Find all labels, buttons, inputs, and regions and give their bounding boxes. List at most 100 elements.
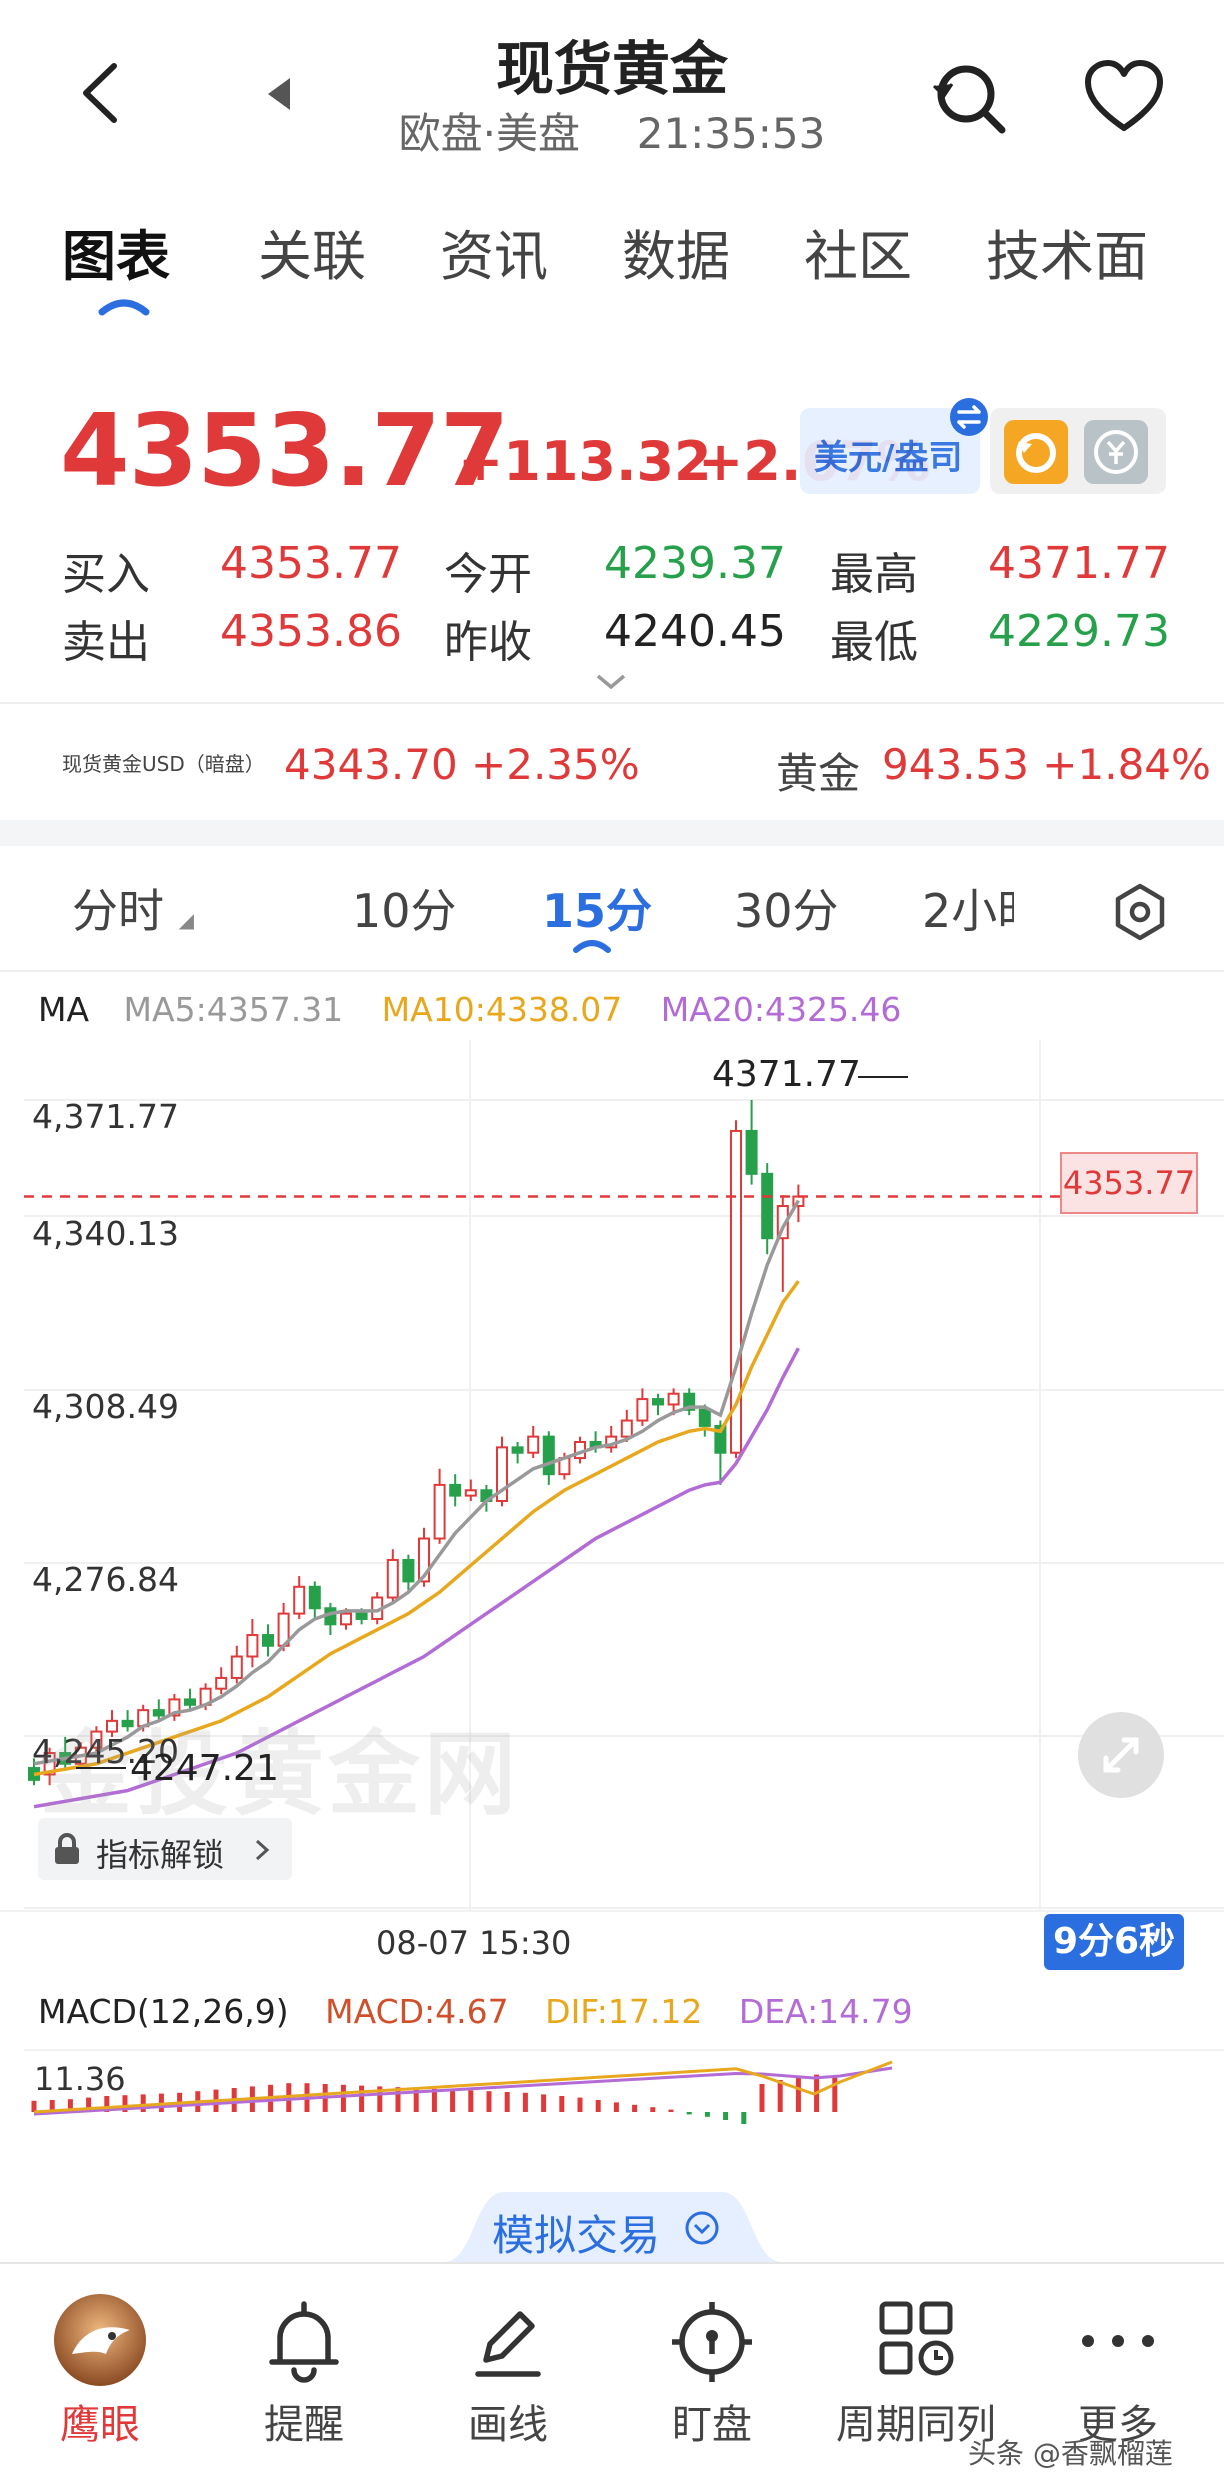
ma20-value: MA20:4325.46 — [660, 990, 902, 1029]
related-item-1-name: 现货黄金USD（暗盘） — [62, 752, 265, 776]
nav-alert[interactable] — [204, 2290, 404, 2386]
tab-active-indicator — [98, 296, 150, 320]
candle-body — [698, 1408, 711, 1427]
period-30min[interactable]: 30分 — [734, 875, 839, 941]
divider — [0, 970, 1224, 972]
candle-body — [761, 1172, 774, 1240]
macd-bar — [595, 2100, 601, 2112]
nav-watch[interactable] — [612, 2290, 812, 2386]
candle-body — [527, 1435, 540, 1454]
candle-body — [293, 1585, 306, 1615]
macd-bar — [723, 2112, 729, 2120]
candle-body — [355, 1612, 368, 1620]
macd-bar — [541, 2094, 547, 2112]
macd-bar — [668, 2109, 674, 2112]
candle-body — [667, 1392, 680, 1406]
period-10min[interactable]: 10分 — [352, 875, 457, 941]
macd-bar — [795, 2076, 801, 2112]
macd-bar — [468, 2090, 474, 2112]
current-price: 4353.77 — [60, 392, 509, 509]
macd-bar — [31, 2100, 37, 2112]
swap-icon — [950, 398, 988, 436]
nav-eagle-eye-label: 鹰眼 — [60, 2402, 140, 2448]
related-item-1[interactable]: 现货黄金USD（暗盘） 4343.70 +2.35% — [0, 730, 740, 800]
macd-value: MACD:4.67 — [325, 1992, 509, 2031]
chevron-down-icon — [596, 674, 626, 690]
divider — [0, 702, 1224, 704]
high-price-marker — [858, 1076, 908, 1078]
divider — [0, 1910, 1224, 1912]
macd-bar — [522, 2092, 528, 2112]
nav-watch-label: 盯盘 — [672, 2402, 752, 2448]
tab-related[interactable]: 关联 — [258, 212, 366, 291]
low-price-marker — [76, 1767, 126, 1769]
macd-bar — [777, 2080, 783, 2112]
buy-value: 4353.77 — [220, 538, 402, 589]
unit-toggle-label: 美元/盎司 — [814, 438, 963, 478]
nav-draw-line[interactable] — [408, 2290, 608, 2386]
nav-eagle-eye[interactable] — [0, 2290, 200, 2388]
open-value: 4239.37 — [604, 538, 786, 589]
macd-label: MACD(12,26,9) — [38, 1992, 289, 2031]
countdown-badge: 9分6秒 — [1044, 1914, 1184, 1970]
tab-technical[interactable]: 技术面 — [986, 212, 1148, 291]
expand-quote-button[interactable] — [594, 672, 628, 696]
ma10-value: MA10:4338.07 — [381, 990, 623, 1029]
tab-news[interactable]: 资讯 — [440, 212, 548, 291]
y-tick-2: 4,340.13 — [32, 1214, 179, 1253]
macd-bar — [340, 2084, 346, 2112]
target-lock-icon — [672, 2302, 752, 2382]
source-watermark: 头条 @香飘榴莲 — [968, 2437, 1173, 2470]
sell-value: 4353.86 — [220, 606, 402, 657]
macd-bar — [741, 2112, 747, 2124]
indicator-unlock-button[interactable]: 指标解锁 — [38, 1818, 292, 1880]
candle-body — [230, 1655, 243, 1679]
favorite-button[interactable] — [1082, 58, 1166, 138]
period-2hour[interactable]: 2小时 — [922, 875, 1014, 935]
fullscreen-button[interactable] — [1078, 1712, 1164, 1798]
dea-value: DEA:14.79 — [738, 1992, 913, 2031]
macd-bar — [759, 2084, 765, 2112]
macd-legend: MACD(12,26,9) MACD:4.67 DIF:17.12 DEA:14… — [38, 1992, 913, 2031]
session-time: 21:35:53 — [636, 109, 826, 158]
tab-data[interactable]: 数据 — [622, 212, 730, 291]
related-item-1-value: 4343.70 +2.35% — [284, 740, 640, 789]
simulate-trade-label: 模拟交易 — [492, 2211, 661, 2260]
y-tick-1: 4,371.77 — [32, 1097, 179, 1136]
currency-convert-button[interactable] — [1084, 420, 1148, 484]
y-tick-4: 4,276.84 — [32, 1560, 179, 1599]
caret-down-icon: ◢ — [178, 908, 195, 932]
candle-body — [542, 1435, 555, 1476]
candle-body — [449, 1483, 462, 1497]
expand-icon — [1103, 1737, 1139, 1773]
simulate-trade-button[interactable]: 模拟交易 — [444, 2186, 782, 2262]
macd-chart — [24, 2049, 1224, 2124]
macd-bar — [359, 2085, 365, 2112]
chart-settings-button[interactable] — [1108, 880, 1172, 944]
tab-chart[interactable]: 图表 — [62, 212, 170, 291]
history-button[interactable] — [1004, 420, 1068, 484]
related-item-2-value: 943.53 +1.84% — [882, 740, 1211, 789]
period-timeshare[interactable]: 分时 ◢ — [72, 875, 194, 941]
high-label: 最高 — [830, 549, 918, 600]
candle-body — [620, 1419, 633, 1438]
candle-body — [464, 1489, 477, 1497]
candle-body — [262, 1634, 274, 1647]
tab-community[interactable]: 社区 — [804, 212, 912, 291]
macd-bar — [559, 2096, 565, 2112]
macd-bar — [650, 2107, 656, 2112]
ma-legend: MA MA5:4357.31 MA10:4338.07 MA20:4325.46 — [38, 990, 901, 1029]
period-15min[interactable]: 15分 — [542, 875, 652, 941]
macd-bar — [613, 2102, 619, 2112]
lock-icon — [55, 1833, 79, 1864]
x-tick-label: 08-07 15:30 — [376, 1924, 572, 1962]
nav-more[interactable] — [1018, 2290, 1218, 2386]
macd-bar — [504, 2092, 510, 2112]
candle-body — [402, 1558, 415, 1583]
candle-body — [433, 1483, 446, 1540]
nav-multi-period[interactable] — [816, 2290, 1016, 2386]
currency-icon — [1094, 430, 1138, 474]
related-item-2[interactable]: 黄金 943.53 +1.84% — [760, 730, 1224, 800]
search-button[interactable] — [928, 56, 1012, 140]
macd-bar — [632, 2104, 638, 2112]
